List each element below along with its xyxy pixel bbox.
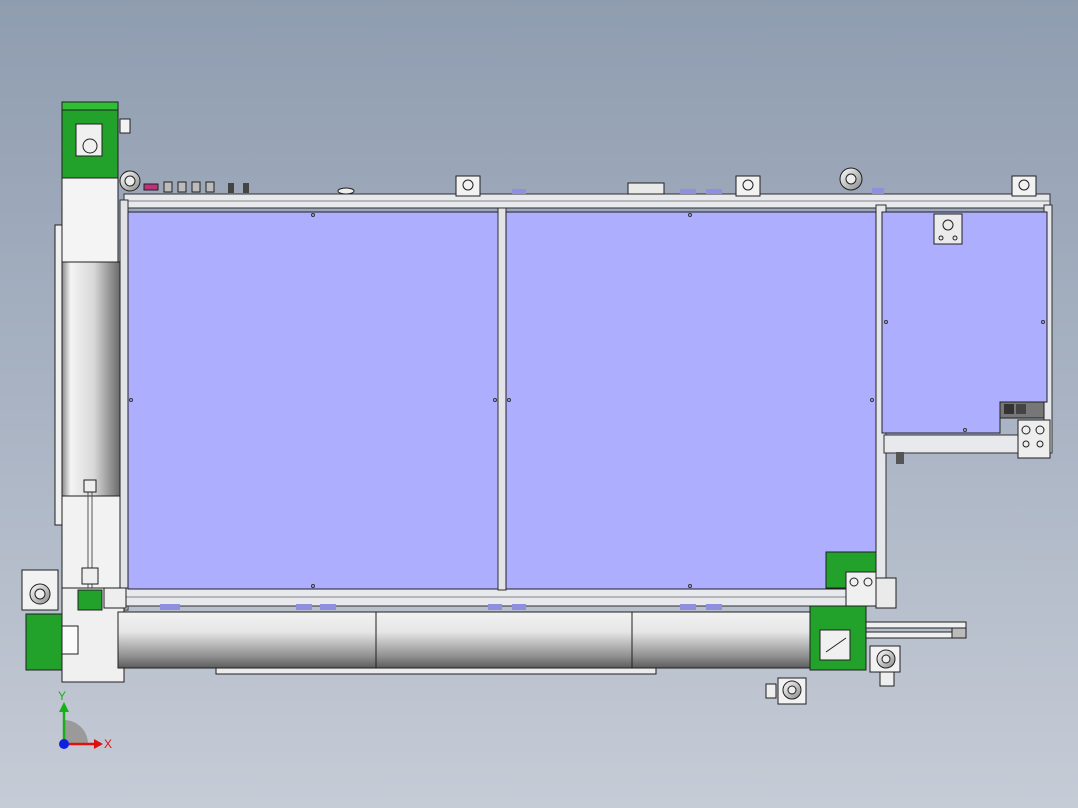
cover-panel-middle[interactable] — [505, 211, 877, 590]
cad-viewport[interactable]: Y X — [0, 0, 1078, 808]
z-axis-dot-icon — [59, 739, 69, 749]
cover-panel-right[interactable] — [881, 211, 1048, 434]
y-axis-label: Y — [58, 689, 66, 703]
cad-model-drawing[interactable]: Y X — [0, 0, 1078, 808]
y-axis-arrowhead-icon — [59, 702, 69, 712]
x-axis-label: X — [104, 737, 112, 751]
coordinate-triad: Y X — [58, 689, 112, 751]
cover-panel-left[interactable] — [127, 211, 499, 590]
top-fittings — [119, 167, 1037, 197]
x-axis-arrowhead-icon — [94, 739, 103, 749]
frame-divider — [497, 207, 507, 591]
